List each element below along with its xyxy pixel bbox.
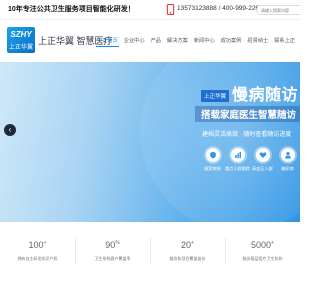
nav-item-home[interactable]: 上正首页 bbox=[96, 35, 119, 47]
top-bar: 10年专注公共卫生服务项目智能化研发！ 13573123888 / 400-99… bbox=[0, 0, 300, 20]
hotline-numbers: 13573123888 / 400-999-2268 bbox=[177, 5, 263, 12]
nav-item-company[interactable]: 企业中心 bbox=[123, 35, 146, 47]
main-header: SZHY 上正华翼 上正华翼 智慧医疗 上正首页 企业中心 产品 解决方案 新闻… bbox=[0, 20, 300, 62]
search-input[interactable]: 请输入搜索内容 bbox=[256, 5, 300, 15]
nav-item-products[interactable]: 产品 bbox=[150, 35, 162, 47]
feature-item[interactable]: 重点人群跟踪 bbox=[225, 148, 250, 172]
slogan-text: 10年专注公共卫生服务项目智能化研发！ bbox=[8, 6, 135, 13]
stat-item: 5000+ 服务基层医疗卫生机构 bbox=[225, 240, 300, 262]
stat-label: 卫生系统客户覆盖率 bbox=[94, 256, 131, 261]
prev-slide-button[interactable]: ‹ bbox=[4, 124, 16, 136]
feature-item[interactable]: 高血压人群 bbox=[250, 148, 275, 172]
hero-badge: 上正华翼 bbox=[201, 90, 230, 102]
stat-number: 5000+ bbox=[251, 240, 274, 250]
logo-mark: SZHY bbox=[10, 30, 32, 39]
feature-label: 重点人群跟踪 bbox=[224, 166, 251, 171]
nav-item-cases[interactable]: 成功案例 bbox=[220, 35, 243, 47]
phone-icon bbox=[166, 4, 175, 15]
hero-subtitle: 搭载家庭医生智慧随访 bbox=[201, 110, 297, 121]
hero-banner: ‹ 上正华翼 慢病随访 搭载家庭医生智慧随访 建档灵活高效 · 随时查看随访进度… bbox=[0, 62, 300, 222]
stat-label: 拥有自主研发知识产权 bbox=[17, 256, 58, 261]
company-logo[interactable]: SZHY 上正华翼 bbox=[7, 27, 35, 53]
feature-label: 高血压人群 bbox=[252, 166, 273, 171]
chart-icon bbox=[230, 148, 245, 162]
nav-item-solutions[interactable]: 解决方案 bbox=[166, 35, 189, 47]
heart-icon bbox=[255, 148, 270, 162]
nav-item-news[interactable]: 新闻中心 bbox=[193, 35, 216, 47]
stat-label: 服务基层医疗卫生机构 bbox=[242, 256, 283, 261]
hero-title: 慢病随访 bbox=[232, 87, 299, 104]
stat-item: 20+ 服务和项目覆盖省份 bbox=[150, 240, 225, 262]
logo-cn: 上正华翼 bbox=[8, 45, 33, 51]
stat-item: 100+ 拥有自主研发知识产权 bbox=[0, 240, 75, 262]
stat-label: 服务和项目覆盖省份 bbox=[169, 256, 206, 261]
stat-number: 90% bbox=[105, 240, 120, 250]
feature-label: 糖尿病 bbox=[281, 166, 294, 171]
nav-item-careers[interactable]: 招贤纳士 bbox=[246, 35, 269, 47]
feature-item[interactable]: 随案审核 bbox=[200, 148, 225, 172]
user-icon bbox=[280, 148, 295, 162]
hero-description: 建档灵活高效 · 随时查看随访进度 bbox=[202, 132, 292, 138]
stat-number: 100+ bbox=[28, 240, 47, 250]
nav-item-contact[interactable]: 联系上正 bbox=[273, 35, 296, 47]
shield-icon bbox=[205, 148, 220, 162]
hero-features: 随案审核 重点人群跟踪 高血压人群 糖尿病 bbox=[200, 148, 300, 172]
stat-number: 20+ bbox=[181, 240, 194, 250]
feature-label: 随案审核 bbox=[204, 166, 221, 171]
feature-item[interactable]: 糖尿病 bbox=[275, 148, 300, 172]
main-nav: 上正首页 企业中心 产品 解决方案 新闻中心 成功案例 招贤纳士 联系上正 bbox=[96, 35, 296, 47]
stat-item: 90% 卫生系统客户覆盖率 bbox=[75, 240, 150, 262]
stats-section: 100+ 拥有自主研发知识产权 90% 卫生系统客户覆盖率 20+ 服务和项目覆… bbox=[0, 222, 300, 300]
